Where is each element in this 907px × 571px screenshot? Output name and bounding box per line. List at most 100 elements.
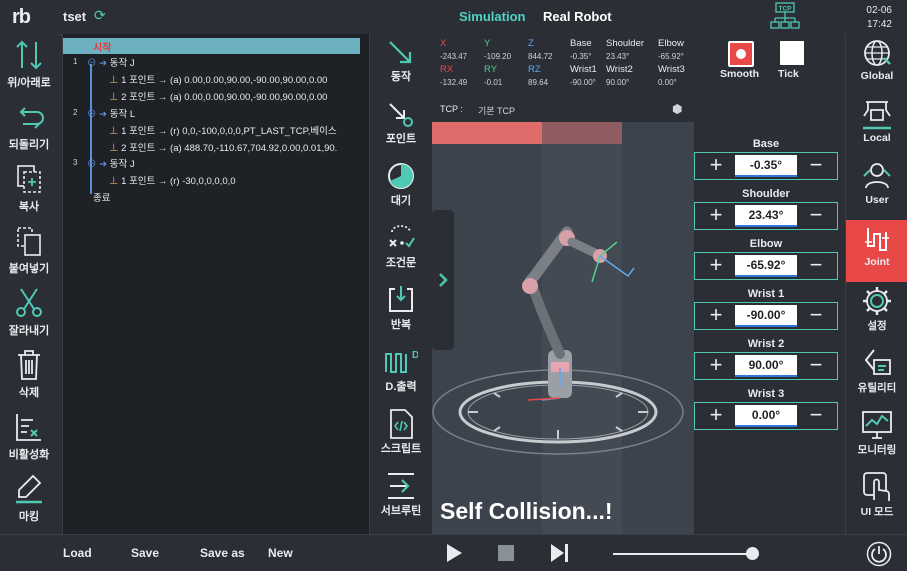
condition-command-button[interactable]: 조건문 bbox=[370, 220, 432, 282]
program-line-point-1[interactable]: ⊥ 1 포인트 → (a) 0.00,0.00,90.00,-90.00,90.… bbox=[109, 72, 327, 86]
program-line-point-5[interactable]: ⊥ 1 포인트 → (r) -30,0,0,0,0,0 bbox=[109, 173, 236, 187]
local-frame-button[interactable]: Local bbox=[846, 96, 907, 158]
undo-button[interactable]: 되돌리기 bbox=[0, 96, 58, 156]
move-command-button[interactable]: 동작 bbox=[370, 34, 432, 96]
program-start-row[interactable]: 시작 bbox=[63, 38, 360, 54]
speed-slider-knob[interactable] bbox=[746, 547, 759, 560]
program-line-move-j-1[interactable]: ⊖ ➜ 동작 J bbox=[87, 55, 135, 69]
joint-increase-button[interactable]: + bbox=[701, 203, 731, 229]
power-icon[interactable] bbox=[866, 541, 892, 567]
joint-increase-button[interactable]: + bbox=[701, 353, 731, 379]
ry-value: -0.01 bbox=[484, 78, 503, 87]
condition-icon bbox=[389, 225, 415, 248]
joint-value-field[interactable]: 90.00° bbox=[735, 355, 797, 377]
joint-increase-button[interactable]: + bbox=[701, 153, 731, 179]
paste-button[interactable]: 붙여넣기 bbox=[0, 220, 58, 280]
joint-frame-button[interactable]: Joint bbox=[846, 220, 907, 282]
program-line-point-3[interactable]: ⊥ 1 포인트 → (r) 0,0,-100,0,0,0,PT_LAST_TCP… bbox=[109, 123, 337, 137]
tab-real-robot[interactable]: Real Robot bbox=[543, 9, 612, 24]
save-as-button[interactable]: Save as bbox=[200, 546, 245, 560]
joint-increase-button[interactable]: + bbox=[701, 253, 731, 279]
marking-button[interactable]: 마킹 bbox=[0, 468, 58, 528]
cut-button[interactable]: 잘라내기 bbox=[0, 282, 58, 342]
repeat-command-button[interactable]: 반복 bbox=[370, 282, 432, 344]
x-value: -243.47 bbox=[440, 52, 468, 61]
joint-increase-button[interactable]: + bbox=[701, 303, 731, 329]
simulation-viewport[interactable]: X -243.47 Y -109.20 Z 844.72 RX -132.49 … bbox=[432, 34, 844, 534]
move-up-down-button[interactable]: 위/아래로 bbox=[0, 34, 58, 94]
disable-button[interactable]: 비활성화 bbox=[0, 406, 58, 466]
load-button[interactable]: Load bbox=[63, 546, 92, 560]
stop-icon[interactable] bbox=[497, 544, 515, 562]
rz-label: RZ bbox=[528, 64, 541, 75]
joint-decrease-button[interactable]: − bbox=[801, 353, 831, 379]
program-line-move-l-2[interactable]: ⊖ ➜ 동작 L bbox=[87, 106, 135, 120]
digital-output-button[interactable]: D D.출력 bbox=[370, 344, 432, 406]
wait-command-label: 대기 bbox=[390, 195, 412, 207]
program-line-text: 동작 J bbox=[109, 58, 135, 69]
joint-decrease-button[interactable]: − bbox=[801, 153, 831, 179]
joint-decrease-button[interactable]: − bbox=[801, 303, 831, 329]
play-icon[interactable] bbox=[444, 543, 464, 563]
ui-mode-button[interactable]: UI 모드 bbox=[846, 468, 907, 530]
joint-control-wrist1: Wrist 1 + -90.00° − bbox=[694, 288, 838, 336]
utility-icon bbox=[864, 349, 891, 375]
copy-button[interactable]: 복사 bbox=[0, 158, 58, 218]
move-up-down-label: 위/아래로 bbox=[7, 77, 51, 89]
joint-value-field[interactable]: -0.35° bbox=[735, 155, 797, 177]
joint-decrease-button[interactable]: − bbox=[801, 253, 831, 279]
tcp-network-icon[interactable]: TCP bbox=[770, 2, 800, 37]
tab-simulation[interactable]: Simulation bbox=[459, 9, 525, 24]
svg-text:D: D bbox=[412, 350, 418, 361]
joint-decrease-button[interactable]: − bbox=[801, 403, 831, 429]
line-number: 2 bbox=[73, 108, 78, 117]
new-button[interactable]: New bbox=[268, 546, 293, 560]
copy-icon bbox=[17, 165, 41, 193]
speed-slider-track[interactable] bbox=[613, 553, 753, 555]
program-tree[interactable]: 시작 1 ⊖ ➜ 동작 J ⊥ 1 포인트 → (a) 0.00,0.00,90… bbox=[62, 34, 423, 563]
digital-output-label: D.출력 bbox=[385, 381, 417, 393]
joint-control-wrist2: Wrist 2 + 90.00° − bbox=[694, 338, 838, 386]
joint-value-field[interactable]: -90.00° bbox=[735, 305, 797, 327]
joint-frame-label: Joint bbox=[864, 256, 890, 268]
joint-control-shoulder: Shoulder + 23.43° − bbox=[694, 188, 838, 236]
viewport-side-handle[interactable] bbox=[432, 210, 454, 350]
program-end[interactable]: 종료 bbox=[93, 190, 110, 204]
scissors-icon bbox=[16, 288, 42, 317]
global-frame-button[interactable]: Global bbox=[846, 34, 907, 96]
step-forward-icon[interactable] bbox=[549, 543, 571, 563]
program-line-move-j-3[interactable]: ⊖ ➜ 동작 J bbox=[87, 156, 135, 170]
delete-button[interactable]: 삭제 bbox=[0, 344, 58, 404]
view-cube-icon[interactable]: ⬢ bbox=[672, 102, 682, 116]
wrist3-readout-label: Wrist3 bbox=[658, 64, 685, 75]
copy-label: 복사 bbox=[18, 201, 40, 213]
smooth-toggle[interactable] bbox=[728, 41, 754, 67]
tick-toggle[interactable] bbox=[780, 41, 804, 65]
ry-label: RY bbox=[484, 64, 498, 75]
joint-decrease-button[interactable]: − bbox=[801, 203, 831, 229]
local-frame-label: Local bbox=[863, 132, 891, 144]
user-frame-button[interactable]: User bbox=[846, 158, 907, 220]
joint-increase-button[interactable]: + bbox=[701, 403, 731, 429]
subroutine-command-label: 서브루틴 bbox=[380, 505, 422, 517]
program-line-point-4[interactable]: ⊥ 2 포인트 → (a) 488.70,-110.67,704.92,0.00… bbox=[109, 140, 337, 154]
cut-label: 잘라내기 bbox=[8, 325, 50, 337]
point-command-button[interactable]: 포인트 bbox=[370, 96, 432, 158]
frame-toolbar: Global Local User Joint 설정 유틸리티 모니터링 UI … bbox=[845, 34, 907, 534]
robot-3d-scene[interactable] bbox=[432, 122, 694, 534]
program-line-point-2[interactable]: ⊥ 2 포인트 → (a) 0.00,0.00,90.00,-90.00,90.… bbox=[109, 89, 327, 103]
wait-command-button[interactable]: 대기 bbox=[370, 158, 432, 220]
joint-value-field[interactable]: -65.92° bbox=[735, 255, 797, 277]
save-button[interactable]: Save bbox=[131, 546, 159, 560]
joint-control-wrist3: Wrist 3 + 0.00° − bbox=[694, 388, 838, 436]
program-line-text: 1 포인트 → (r) -30,0,0,0,0,0 bbox=[121, 176, 236, 187]
subroutine-command-button[interactable]: 서브루틴 bbox=[370, 468, 432, 530]
joint-value-field[interactable]: 23.43° bbox=[735, 205, 797, 227]
script-command-button[interactable]: 스크립트 bbox=[370, 406, 432, 468]
refresh-icon[interactable]: ⟳ bbox=[94, 7, 106, 24]
utility-button[interactable]: 유틸리티 bbox=[846, 344, 907, 406]
monitoring-button[interactable]: 모니터링 bbox=[846, 406, 907, 468]
settings-button[interactable]: 설정 bbox=[846, 282, 907, 344]
user-icon bbox=[863, 163, 891, 189]
joint-value-field[interactable]: 0.00° bbox=[735, 405, 797, 427]
